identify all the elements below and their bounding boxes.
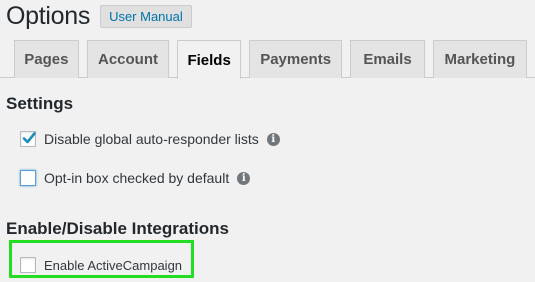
tab-marketing[interactable]: Marketing <box>432 40 528 78</box>
enable-activecampaign-label: Enable ActiveCampaign <box>44 257 183 273</box>
disable-global-lists-label: Disable global auto-responder lists <box>44 131 259 147</box>
enable-activecampaign-checkbox[interactable] <box>20 257 36 273</box>
info-icon[interactable]: i <box>266 132 280 146</box>
user-manual-button[interactable]: User Manual <box>100 4 192 28</box>
checkmark-icon <box>22 132 36 144</box>
opt-in-box-label: Opt-in box checked by default <box>44 170 230 186</box>
settings-heading: Settings <box>6 94 74 113</box>
integrations-heading: Enable/Disable Integrations <box>6 219 229 238</box>
option-enable-activecampaign: Enable ActiveCampaign <box>20 257 182 273</box>
tab-fields[interactable]: Fields <box>177 40 242 79</box>
option-disable-global-lists: Disable global auto-responder lists i <box>20 131 280 147</box>
tab-pages[interactable]: Pages <box>14 40 79 78</box>
opt-in-box-checkbox[interactable] <box>20 170 36 186</box>
info-icon[interactable]: i <box>237 171 251 185</box>
page-title: Options <box>6 1 91 30</box>
tab-emails[interactable]: Emails <box>350 40 425 78</box>
tab-bar: Pages Account Fields Payments Emails Mar… <box>14 40 535 79</box>
title-row: Options User Manual <box>6 0 192 32</box>
option-opt-in-box: Opt-in box checked by default i <box>20 170 251 186</box>
disable-global-lists-checkbox[interactable] <box>20 131 36 147</box>
tab-payments[interactable]: Payments <box>249 40 343 78</box>
tab-account[interactable]: Account <box>86 40 170 78</box>
